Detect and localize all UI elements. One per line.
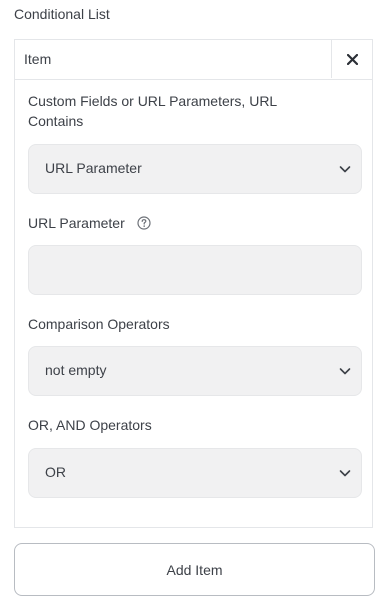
add-item-button[interactable]: Add Item bbox=[14, 543, 375, 596]
url-parameter-label-row: URL Parameter bbox=[28, 213, 328, 233]
url-parameter-input[interactable] bbox=[28, 245, 362, 295]
remove-item-button[interactable] bbox=[331, 40, 372, 78]
logic-operators-value: OR bbox=[45, 464, 66, 480]
comparison-operators-value: not empty bbox=[45, 362, 107, 378]
item-title[interactable]: Item bbox=[24, 51, 51, 67]
conditional-item-panel: Item Custom Fields or URL Parameters, UR… bbox=[14, 39, 373, 528]
logic-operators-label: OR, AND Operators bbox=[28, 417, 152, 433]
source-type-label: Custom Fields or URL Parameters, URL Con… bbox=[28, 93, 277, 129]
comparison-operators-label: Comparison Operators bbox=[28, 316, 170, 332]
item-header: Item bbox=[15, 40, 372, 80]
close-icon bbox=[346, 53, 358, 65]
url-parameter-label: URL Parameter bbox=[28, 215, 125, 231]
question-circle-icon[interactable] bbox=[137, 216, 151, 230]
section-title: Conditional List bbox=[14, 6, 110, 22]
chevron-down-icon bbox=[339, 166, 351, 173]
source-type-value: URL Parameter bbox=[45, 160, 142, 176]
comparison-operators-select[interactable]: not empty bbox=[28, 346, 362, 396]
chevron-down-icon bbox=[339, 470, 351, 477]
logic-operators-select[interactable]: OR bbox=[28, 448, 362, 498]
chevron-down-icon bbox=[339, 368, 351, 375]
source-type-select[interactable]: URL Parameter bbox=[28, 144, 362, 194]
